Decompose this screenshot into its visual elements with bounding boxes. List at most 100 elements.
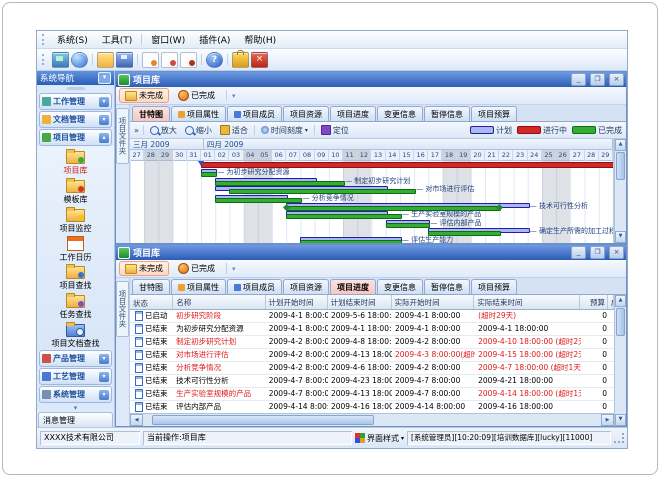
progress-tab-8[interactable]: 项目预算	[471, 279, 517, 294]
gantt-window-titlebar[interactable]: 项目库 _ ❐ ×	[116, 72, 626, 87]
sidebar-item-1[interactable]: 项目库	[37, 148, 114, 177]
table-row[interactable]: 已结束分析竞争情况2009-4-2 8:00:002009-4-6 18:00:…	[130, 362, 614, 375]
locate-button[interactable]: 定位	[319, 125, 351, 136]
filter-unfinished-bottom[interactable]: 未完成	[119, 261, 169, 276]
filter-finished-bottom[interactable]: 已完成	[172, 261, 221, 276]
chevron-down-icon[interactable]: ▾	[99, 115, 109, 125]
progress-close-button[interactable]: ×	[609, 246, 624, 259]
column-header-6[interactable]: 实际结束时间	[474, 295, 579, 309]
menu-item-3[interactable]: 窗口(W)	[144, 32, 192, 47]
help-icon[interactable]: ?	[206, 52, 223, 68]
scroll-down-icon[interactable]: ▼	[615, 231, 626, 243]
column-header-2[interactable]: 名称	[173, 295, 265, 309]
progress-tab-7[interactable]: 暂停信息	[424, 279, 470, 294]
column-header-1[interactable]: 状态	[130, 295, 173, 309]
column-header-3[interactable]: 计划开始时间	[266, 295, 328, 309]
sidebar-item-7[interactable]: 项目文档查找	[37, 320, 114, 349]
doc-view-icon[interactable]	[161, 52, 178, 68]
chevron-down-icon[interactable]: ▾	[99, 97, 109, 107]
progress-minimize-button[interactable]: _	[571, 246, 586, 259]
table-row[interactable]: 已结束技术可行性分析2009-4-7 8:00:002009-4-23 18:0…	[130, 375, 614, 388]
scroll-down-icon[interactable]: ▼	[615, 414, 626, 426]
sidebar-item-3[interactable]: 项目监控	[37, 205, 114, 234]
column-header-5[interactable]: 实际开始时间	[392, 295, 475, 309]
chevron-down-icon[interactable]: ▾	[99, 390, 109, 400]
gantt-vertical-scrollbar[interactable]: ▲ ▼	[614, 139, 626, 243]
sidebar-section-2[interactable]: 文档管理▾	[39, 111, 112, 128]
table-row[interactable]: 已结束制定初步研究计划2009-4-2 8:00:002009-4-8 18:0…	[130, 336, 614, 349]
table-row[interactable]: 已结束评估内部产品2009-4-14 8:00:002009-4-16 18:0…	[130, 401, 614, 413]
column-header-7[interactable]: 预算	[580, 295, 608, 309]
progress-window-titlebar[interactable]: 项目库 _ ❐ ×	[116, 245, 626, 260]
sidebar-tab-message-management[interactable]: 消息管理	[38, 412, 113, 427]
chevron-up-icon[interactable]: ▴	[99, 133, 109, 143]
filter-overflow-top[interactable]: ▾	[232, 92, 236, 100]
gantt-tab-3[interactable]: 项目成员	[227, 106, 282, 121]
gantt-tab-7[interactable]: 暂停信息	[424, 106, 470, 121]
gantt-tab-4[interactable]: 项目资源	[283, 106, 329, 121]
progress-tab-6[interactable]: 变更信息	[377, 279, 423, 294]
sidebar-splitter[interactable]	[37, 85, 114, 92]
project-folder-vertical-tab-bottom[interactable]: 项目文件夹	[116, 278, 130, 426]
progress-tab-4[interactable]: 项目资源	[283, 279, 329, 294]
gantt-restore-button[interactable]: ❐	[590, 73, 605, 86]
save-icon[interactable]	[116, 52, 133, 68]
sidebar-item-6[interactable]: 任务查找	[37, 292, 114, 321]
interface-style-dropdown[interactable]: 界面样式 ▾	[355, 433, 404, 444]
project-folder-vertical-tab-top[interactable]: 项目文件夹	[116, 105, 130, 243]
filter-overflow-bottom[interactable]: ▾	[232, 265, 236, 273]
table-row[interactable]: 已结束对市场进行评估2009-4-2 8:00:002009-4-13 18:0…	[130, 349, 614, 362]
lock-icon[interactable]	[232, 52, 249, 68]
timescale-dropdown[interactable]: 时间刻度 ▾	[259, 125, 310, 136]
scroll-up-icon[interactable]: ▲	[615, 295, 626, 307]
gantt-tab-6[interactable]: 变更信息	[377, 106, 423, 121]
sidebar-section-6[interactable]: 系统管理▾	[39, 386, 112, 403]
sidebar-item-5[interactable]: 项目查找	[37, 263, 114, 292]
sidebar-section-3[interactable]: 项目管理▴	[39, 129, 112, 146]
fit-button[interactable]: 适合	[218, 125, 250, 136]
sidebar-collapse-button[interactable]: ▾	[98, 72, 111, 84]
progress-tab-1[interactable]: 甘特图	[132, 279, 170, 294]
chevron-down-icon[interactable]: ▾	[99, 354, 109, 364]
评估生产能力-done-bar[interactable]	[300, 240, 401, 243]
sidebar-overflow-button[interactable]: ▾	[37, 403, 114, 412]
table-row[interactable]: 已结束为初步研究分配资源2009-4-1 8:00:002009-4-1 18:…	[130, 323, 614, 336]
progress-tab-3[interactable]: 项目成员	[227, 279, 282, 294]
gantt-minimize-button[interactable]: _	[571, 73, 586, 86]
gantt-close-button[interactable]: ×	[609, 73, 624, 86]
sidebar-section-5[interactable]: 工艺管理▾	[39, 368, 112, 385]
progress-restore-button[interactable]: ❐	[590, 246, 605, 259]
globe-icon[interactable]	[71, 52, 88, 68]
menu-item-1[interactable]: 系统(S)	[50, 32, 95, 47]
table-horizontal-scrollbar[interactable]: ◀ ▶	[130, 413, 614, 426]
filter-finished-top[interactable]: 已完成	[172, 88, 221, 103]
zoom-out-button[interactable]: 缩小	[183, 125, 214, 136]
resize-grip[interactable]	[614, 433, 624, 443]
table-scroll-thumb[interactable]	[616, 308, 625, 336]
menu-item-2[interactable]: 工具(T)	[95, 32, 140, 47]
exit-icon[interactable]: ×	[251, 52, 268, 68]
gantt-tab-1[interactable]: 甘特图	[132, 106, 170, 121]
folder-open-icon[interactable]	[97, 52, 114, 68]
sidebar-section-1[interactable]: 工作管理▾	[39, 93, 112, 110]
progress-tab-2[interactable]: 项目属性	[171, 279, 226, 294]
table-row[interactable]: 已启动初步研究阶段2009-4-1 8:00:002009-5-6 18:00:…	[130, 310, 614, 323]
progress-tab-5[interactable]: 项目进度	[330, 279, 376, 294]
column-header-4[interactable]: 计划结束时间	[328, 295, 392, 309]
sidebar-item-2[interactable]: 模板库	[37, 177, 114, 206]
gantt-tab-5[interactable]: 项目进度	[330, 106, 376, 121]
scroll-right-icon[interactable]: ▶	[601, 414, 614, 426]
table-hscroll-thumb[interactable]	[152, 415, 374, 425]
chevron-down-icon[interactable]: ▾	[99, 372, 109, 382]
gantt-tab-8[interactable]: 项目预算	[471, 106, 517, 121]
sidebar-section-4[interactable]: 产品管理▾	[39, 350, 112, 367]
gantt-toolbar-overflow[interactable]: »	[134, 126, 139, 135]
menu-item-4[interactable]: 插件(A)	[192, 32, 237, 47]
doc-new-icon[interactable]	[142, 52, 159, 68]
scroll-up-icon[interactable]: ▲	[615, 139, 626, 151]
gantt-tab-2[interactable]: 项目属性	[171, 106, 226, 121]
doc-delete-icon[interactable]	[180, 52, 197, 68]
table-vertical-scrollbar[interactable]: ▲ ▼	[614, 295, 626, 426]
sidebar-item-4[interactable]: 工作日历	[37, 234, 114, 263]
menu-item-5[interactable]: 帮助(H)	[237, 32, 283, 47]
